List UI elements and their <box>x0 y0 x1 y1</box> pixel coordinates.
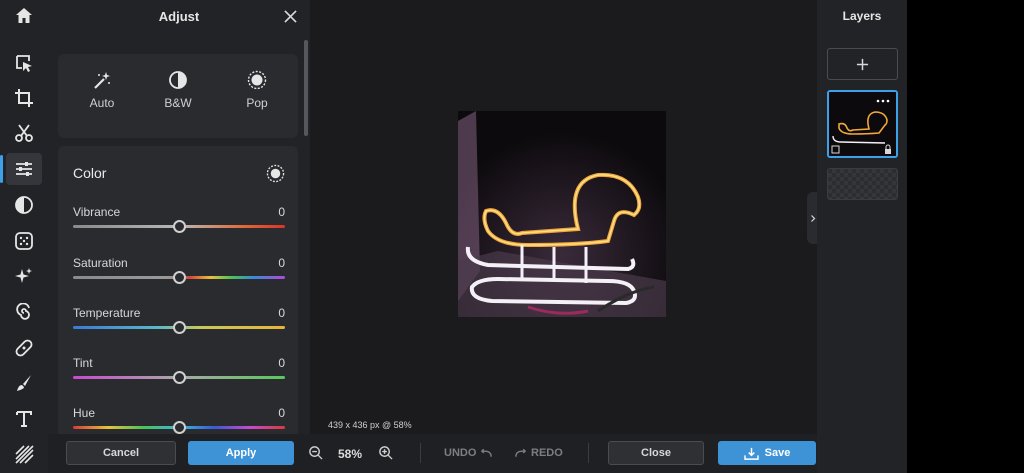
saturation-slider[interactable]: Saturation 0 <box>73 256 285 296</box>
panel-scrollbar[interactable] <box>304 40 308 136</box>
heal-tool-button[interactable] <box>6 332 42 364</box>
texture-tool-button[interactable] <box>6 438 42 470</box>
download-icon <box>743 447 759 460</box>
effects-tool-button[interactable] <box>6 225 42 257</box>
bottom-toolbar: Cancel Apply 58% UNDO REDO Close Save <box>48 434 817 473</box>
select-tool-button[interactable] <box>6 47 42 79</box>
transparent-layer-item[interactable] <box>827 168 898 200</box>
brush-tool-button[interactable] <box>6 367 42 399</box>
heal-icon <box>15 339 33 357</box>
magic-wand-icon <box>94 72 110 89</box>
slider-value: 0 <box>278 356 285 370</box>
cancel-button[interactable]: Cancel <box>66 441 176 465</box>
retouch-icon <box>15 268 32 283</box>
vibrance-slider[interactable]: Vibrance 0 <box>73 205 285 245</box>
slider-value: 0 <box>278 205 285 219</box>
adjust-panel: Adjust Auto B&W Pop Color Vibrance 0 Sat… <box>48 0 310 446</box>
layers-footer <box>817 434 907 473</box>
apply-button[interactable]: Apply <box>188 441 294 465</box>
slider-knob[interactable] <box>172 371 186 384</box>
color-options-button[interactable] <box>264 162 286 184</box>
zoom-level: 58% <box>338 447 363 461</box>
divider <box>588 443 589 463</box>
redo-button[interactable]: REDO <box>514 447 563 459</box>
preset-auto-button[interactable]: Auto <box>72 70 132 110</box>
tool-rail <box>0 0 48 473</box>
canvas-area[interactable]: 439 x 436 px @ 58% <box>310 0 817 434</box>
text-tool-button[interactable] <box>6 403 42 435</box>
zoom-out-button[interactable] <box>308 445 324 461</box>
temperature-slider[interactable]: Temperature 0 <box>73 306 285 346</box>
pop-icon <box>266 164 284 182</box>
color-section: Color Vibrance 0 Saturation 0 Temperatur… <box>58 146 298 446</box>
image-size-info: 439 x 436 px @ 58% <box>328 420 412 430</box>
adjust-tool-button[interactable] <box>0 153 42 185</box>
crop-tool-button[interactable] <box>6 82 42 114</box>
undo-button[interactable]: UNDO <box>444 447 493 459</box>
layer-item[interactable] <box>827 90 898 158</box>
cut-tool-button[interactable] <box>6 117 42 149</box>
redo-icon <box>515 448 527 457</box>
slider-value: 0 <box>278 256 285 270</box>
slider-knob[interactable] <box>172 220 186 233</box>
panel-title: Adjust <box>158 9 200 24</box>
retouch-tool-button[interactable] <box>6 261 42 293</box>
slider-label: Hue <box>73 406 96 420</box>
preset-group: Auto B&W Pop <box>58 54 298 138</box>
zoom-in-button[interactable] <box>378 445 394 461</box>
texture-icon <box>15 445 34 464</box>
slider-label: Tint <box>73 356 93 370</box>
effects-icon <box>15 232 33 250</box>
cut-icon <box>15 124 33 142</box>
pop-icon <box>247 70 267 90</box>
undo-icon <box>481 448 493 457</box>
close-panel-button[interactable] <box>280 6 300 26</box>
home-button[interactable] <box>6 0 42 32</box>
contrast-icon <box>169 71 187 89</box>
zoom-out-icon <box>309 446 323 460</box>
close-button[interactable]: Close <box>608 441 704 465</box>
add-layer-button[interactable] <box>827 48 898 80</box>
slider-label: Temperature <box>73 306 141 320</box>
crop-icon <box>15 89 33 107</box>
text-icon <box>16 411 32 427</box>
sleigh-photo-image <box>458 111 666 317</box>
plus-icon <box>856 58 869 70</box>
tint-slider[interactable]: Tint 0 <box>73 356 285 396</box>
layers-panel: Layers <box>817 0 907 473</box>
divider <box>420 443 421 463</box>
slider-knob[interactable] <box>172 271 186 284</box>
preset-bw-label: B&W <box>164 96 192 110</box>
adjust-icon <box>16 162 32 176</box>
preset-pop-label: Pop <box>246 96 268 110</box>
slider-label: Vibrance <box>73 205 121 219</box>
liquify-icon <box>16 303 30 320</box>
home-icon <box>16 8 32 23</box>
panel-header: Adjust <box>48 0 310 32</box>
slider-knob[interactable] <box>172 421 186 434</box>
photo-canvas[interactable] <box>458 111 666 317</box>
color-section-title: Color <box>73 165 107 181</box>
filter-tool-button[interactable] <box>6 189 42 221</box>
preset-auto-label: Auto <box>89 96 115 110</box>
layer-thumbnail-image <box>829 92 896 156</box>
chevron-right-icon <box>811 214 816 222</box>
slider-value: 0 <box>278 406 285 420</box>
preset-pop-button[interactable]: Pop <box>227 70 287 110</box>
undo-label: UNDO <box>444 447 477 459</box>
slider-value: 0 <box>278 306 285 320</box>
select-icon <box>16 55 32 72</box>
brush-icon <box>17 375 31 391</box>
slider-label: Saturation <box>73 256 128 270</box>
layers-title: Layers <box>842 9 882 23</box>
zoom-in-icon <box>379 446 393 460</box>
preset-bw-button[interactable]: B&W <box>148 70 208 110</box>
save-label: Save <box>764 447 791 459</box>
close-icon <box>283 9 297 23</box>
filter-icon <box>15 196 33 214</box>
save-button[interactable]: Save <box>718 441 816 465</box>
liquify-tool-button[interactable] <box>6 297 42 329</box>
redo-label: REDO <box>531 447 563 459</box>
slider-knob[interactable] <box>172 321 186 334</box>
